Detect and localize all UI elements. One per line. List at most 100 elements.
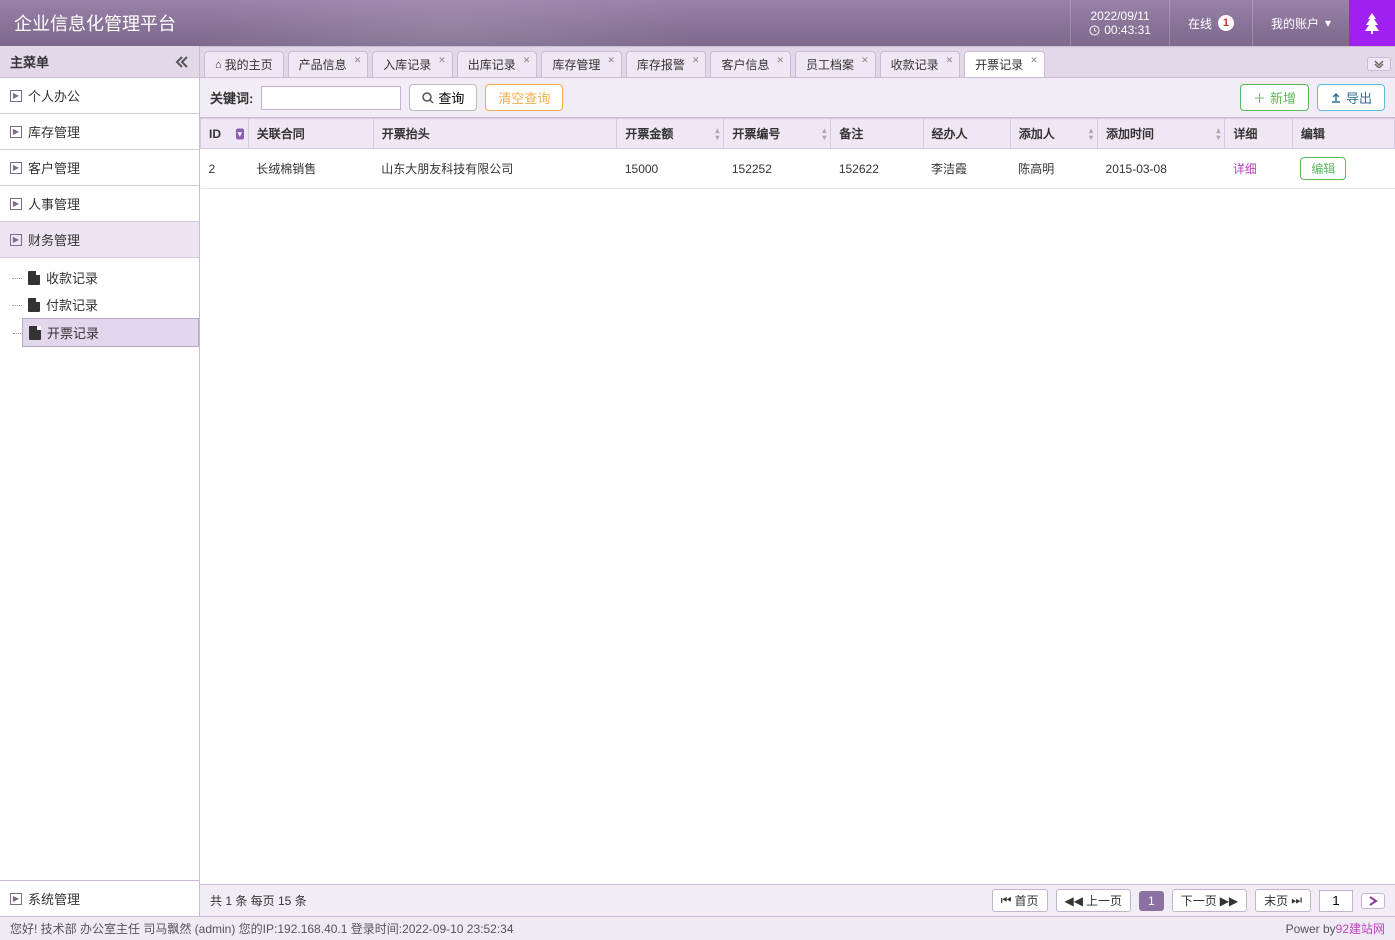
- submenu-receipt[interactable]: 收款记录: [22, 264, 199, 291]
- main-area: ⌂ 我的主页 产品信息 ✕ 入库记录 ✕ 出库记录 ✕ 库存管理 ✕ 库存报警 …: [200, 46, 1395, 916]
- sidebar-item-label: 个人办公: [28, 86, 80, 105]
- tab-label: 入库记录: [383, 56, 431, 73]
- account-label: 我的账户: [1271, 15, 1319, 32]
- header-time: 00:43:31: [1104, 23, 1151, 37]
- tab-label: 我的主页: [225, 56, 273, 73]
- col-remark[interactable]: 备注: [831, 119, 923, 149]
- page-current[interactable]: 1: [1139, 891, 1164, 911]
- pagination-bar: 共 1 条 每页 15 条 ⏮首页 ◀◀上一页 1 下一页▶▶ 末页⏭: [200, 884, 1395, 916]
- tab-label: 产品信息: [299, 56, 347, 73]
- col-title[interactable]: 开票抬头: [373, 119, 617, 149]
- close-icon[interactable]: ✕: [523, 55, 531, 66]
- plus-icon: ＋: [1253, 88, 1266, 107]
- tab-receipt[interactable]: 收款记录 ✕: [880, 51, 961, 77]
- col-amount[interactable]: 开票金额▴▾: [617, 119, 724, 149]
- search-button[interactable]: 查询: [409, 84, 477, 111]
- home-icon: ⌂: [215, 59, 222, 71]
- keyword-input[interactable]: [261, 86, 401, 110]
- tab-in[interactable]: 入库记录 ✕: [372, 51, 453, 77]
- sidebar-item-label: 财务管理: [28, 230, 80, 249]
- sidebar-item-hr[interactable]: ▶ 人事管理: [0, 186, 199, 222]
- prev-icon: ◀◀: [1065, 894, 1083, 908]
- close-icon[interactable]: ✕: [607, 55, 615, 66]
- play-box-icon: ▶: [10, 126, 22, 138]
- tab-label: 员工档案: [806, 56, 854, 73]
- sort-icon: ▴▾: [1089, 127, 1093, 141]
- export-button[interactable]: 导出: [1317, 84, 1385, 111]
- online-label: 在线: [1188, 15, 1212, 32]
- col-time[interactable]: 添加时间▴▾: [1098, 119, 1225, 149]
- add-button[interactable]: ＋ 新增: [1240, 84, 1309, 111]
- detail-link[interactable]: 详细: [1233, 162, 1257, 176]
- collapse-left-icon[interactable]: [175, 56, 189, 68]
- play-box-icon: ▶: [10, 198, 22, 210]
- tabs-overflow-button[interactable]: [1367, 57, 1391, 71]
- app-header: 企业信息化管理平台 2022/09/11 00:43:31 在线 1 我的账户 …: [0, 0, 1395, 46]
- sidebar-item-customer[interactable]: ▶ 客户管理: [0, 150, 199, 186]
- close-icon[interactable]: ✕: [438, 55, 446, 66]
- last-icon: ⏭: [1291, 893, 1302, 908]
- col-contract[interactable]: 关联合同: [248, 119, 373, 149]
- edit-button[interactable]: 编辑: [1300, 157, 1346, 180]
- sidebar-item-system[interactable]: ▶ 系统管理: [0, 880, 199, 916]
- close-icon[interactable]: ✕: [1030, 55, 1038, 66]
- document-icon: [29, 326, 41, 340]
- close-icon[interactable]: ✕: [946, 55, 954, 66]
- sidebar-item-personal[interactable]: ▶ 个人办公: [0, 78, 199, 114]
- close-icon[interactable]: ✕: [777, 55, 785, 66]
- header-online[interactable]: 在线 1: [1169, 0, 1252, 46]
- tab-invoice[interactable]: 开票记录 ✕: [964, 51, 1045, 77]
- first-icon: ⏮: [1001, 893, 1012, 908]
- tab-cust[interactable]: 客户信息 ✕: [710, 51, 791, 77]
- play-box-icon: ▶: [10, 90, 22, 102]
- header-account-menu[interactable]: 我的账户 ▾: [1252, 0, 1349, 46]
- tab-label: 出库记录: [468, 56, 516, 73]
- cell-handler: 李洁霞: [923, 149, 1010, 189]
- sidebar-item-finance[interactable]: ▶ 财务管理: [0, 222, 199, 258]
- page-go[interactable]: [1361, 893, 1385, 909]
- sort-icon: ▴▾: [715, 127, 719, 141]
- keyword-label: 关键词:: [210, 88, 253, 107]
- tab-alarm[interactable]: 库存报警 ✕: [626, 51, 707, 77]
- close-icon[interactable]: ✕: [692, 55, 700, 66]
- sidebar-item-inventory[interactable]: ▶ 库存管理: [0, 114, 199, 150]
- powered-by-label: Power by: [1286, 922, 1336, 936]
- tab-label: 收款记录: [891, 56, 939, 73]
- page-first[interactable]: ⏮首页: [992, 889, 1048, 912]
- document-icon: [28, 298, 40, 312]
- search-button-label: 查询: [438, 88, 464, 107]
- status-greeting: 您好! 技术部 办公室主任 司马飘然 (admin) 您的IP:192.168.…: [10, 920, 514, 937]
- online-count: 1: [1218, 15, 1234, 31]
- col-number[interactable]: 开票编号▴▾: [724, 119, 831, 149]
- tab-product[interactable]: 产品信息 ✕: [288, 51, 369, 77]
- col-handler[interactable]: 经办人: [923, 119, 1010, 149]
- tab-label: 库存管理: [552, 56, 600, 73]
- submenu-label: 付款记录: [46, 295, 98, 314]
- sort-desc-icon: ▾: [236, 128, 244, 139]
- header-tree-button[interactable]: [1349, 0, 1395, 46]
- play-box-icon: ▶: [10, 162, 22, 174]
- sidebar-item-label: 人事管理: [28, 194, 80, 213]
- col-id[interactable]: ID▾: [201, 119, 249, 149]
- sort-icon: ▴▾: [822, 127, 826, 141]
- tab-stock[interactable]: 库存管理 ✕: [541, 51, 622, 77]
- data-table-wrap: ID▾ 关联合同 开票抬头 开票金额▴▾ 开票编号▴▾ 备注 经办人 添加人▴▾…: [200, 118, 1395, 884]
- page-prev[interactable]: ◀◀上一页: [1056, 889, 1131, 912]
- submenu-payment[interactable]: 付款记录: [22, 291, 199, 318]
- close-icon[interactable]: ✕: [861, 55, 869, 66]
- cell-adder: 陈高明: [1010, 149, 1097, 189]
- tab-home[interactable]: ⌂ 我的主页: [204, 51, 284, 77]
- close-icon[interactable]: ✕: [354, 55, 362, 66]
- sidebar-title-bar: 主菜单: [0, 46, 199, 78]
- tab-emp[interactable]: 员工档案 ✕: [795, 51, 876, 77]
- col-detail: 详细: [1225, 119, 1292, 149]
- page-next[interactable]: 下一页▶▶: [1172, 889, 1247, 912]
- clear-search-button[interactable]: 清空查询: [485, 84, 563, 111]
- page-last[interactable]: 末页⏭: [1255, 889, 1311, 912]
- cell-amount: 15000: [617, 149, 724, 189]
- page-input[interactable]: [1319, 890, 1353, 912]
- col-adder[interactable]: 添加人▴▾: [1010, 119, 1097, 149]
- tab-out[interactable]: 出库记录 ✕: [457, 51, 538, 77]
- powered-by-link[interactable]: 92建站网: [1336, 920, 1385, 937]
- submenu-invoice[interactable]: 开票记录: [22, 318, 199, 347]
